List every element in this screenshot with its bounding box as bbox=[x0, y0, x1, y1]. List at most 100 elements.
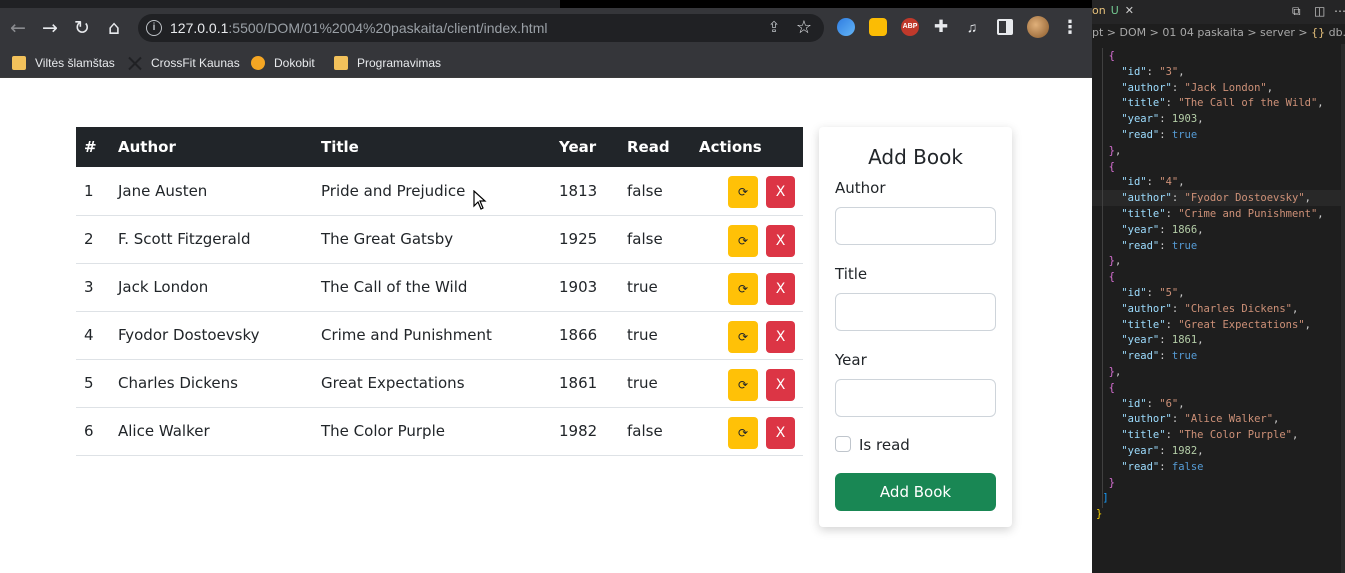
cell-read: true bbox=[627, 311, 699, 360]
cell-author: Jack London bbox=[118, 263, 321, 312]
code-line[interactable]: "id": "5", bbox=[1096, 285, 1184, 301]
bookmark-item[interactable]: Dokobit bbox=[251, 53, 315, 73]
breadcrumb-item[interactable]: pt bbox=[1092, 26, 1103, 39]
bookmark-label: Programavimas bbox=[357, 56, 442, 70]
code-line[interactable]: "title": "The Call of the Wild", bbox=[1096, 95, 1323, 111]
code-line[interactable]: "title": "Crime and Punishment", bbox=[1096, 206, 1323, 222]
add-book-button[interactable]: Add Book bbox=[835, 473, 996, 511]
home-icon[interactable]: ⌂ bbox=[102, 16, 126, 40]
code-line[interactable]: "title": "The Color Purple", bbox=[1096, 427, 1298, 443]
code-line[interactable]: } bbox=[1096, 475, 1115, 491]
code-line[interactable]: }, bbox=[1096, 143, 1122, 159]
url-path: :5500/DOM/01%2004%20paskaita/client/inde… bbox=[228, 20, 548, 36]
bookmark-item[interactable]: Programavimas bbox=[334, 53, 441, 73]
forward-arrow-icon[interactable]: → bbox=[38, 16, 62, 40]
delete-button[interactable]: X bbox=[766, 176, 795, 208]
code-area[interactable]: { "id": "3", "author": "Jack London", "t… bbox=[1092, 48, 1345, 573]
title-label: Title bbox=[835, 265, 868, 283]
page-content: # Author Title Year Read Actions 1 Jane … bbox=[0, 79, 1092, 573]
close-icon[interactable]: ✕ bbox=[1125, 4, 1134, 17]
year-input[interactable] bbox=[835, 379, 996, 417]
header-num: # bbox=[76, 127, 118, 167]
edit-button[interactable]: ⟳ bbox=[728, 176, 758, 208]
menu-kebab-icon[interactable]: ⋮ bbox=[1061, 16, 1079, 38]
code-line[interactable]: "author": "Alice Walker", bbox=[1096, 411, 1279, 427]
code-line[interactable]: "author": "Jack London", bbox=[1096, 80, 1273, 96]
bookmark-item[interactable]: Viltės šlamštas bbox=[12, 53, 115, 73]
code-line[interactable]: }, bbox=[1096, 253, 1122, 269]
cell-title: Pride and Prejudice bbox=[321, 167, 559, 216]
breadcrumb-item[interactable]: DOM bbox=[1120, 26, 1147, 39]
back-arrow-icon[interactable]: ← bbox=[6, 16, 30, 40]
code-line[interactable]: "year": 1982, bbox=[1096, 443, 1203, 459]
reload-icon[interactable]: ↻ bbox=[70, 16, 94, 40]
address-bar[interactable]: i 127.0.0.1:5500/DOM/01%2004%20paskaita/… bbox=[138, 14, 824, 42]
author-label: Author bbox=[835, 179, 886, 197]
scrollbar[interactable] bbox=[1341, 44, 1345, 573]
code-line[interactable]: } bbox=[1096, 506, 1102, 522]
code-line[interactable]: "title": "Great Expectations", bbox=[1096, 317, 1311, 333]
delete-button[interactable]: X bbox=[766, 368, 795, 401]
code-line[interactable]: }, bbox=[1096, 364, 1122, 380]
media-icon[interactable]: ♫ bbox=[963, 18, 981, 36]
code-line[interactable]: "author": "Charles Dickens", bbox=[1096, 301, 1298, 317]
edge-ext-icon[interactable] bbox=[837, 18, 855, 36]
code-line[interactable]: "read": false bbox=[1096, 459, 1203, 475]
code-line[interactable]: "id": "6", bbox=[1096, 396, 1184, 412]
delete-button[interactable]: X bbox=[766, 224, 795, 257]
cell-year: 1903 bbox=[559, 263, 627, 312]
more-actions-icon[interactable]: ⋯ bbox=[1334, 4, 1345, 18]
edit-button[interactable]: ⟳ bbox=[728, 320, 758, 353]
cell-year: 1925 bbox=[559, 215, 627, 264]
code-line[interactable]: { bbox=[1096, 269, 1115, 285]
cell-read: true bbox=[627, 263, 699, 312]
cell-actions: ⟳ X bbox=[699, 359, 803, 408]
bookmark-label: Viltės šlamštas bbox=[35, 56, 115, 70]
side-panel-icon[interactable] bbox=[997, 19, 1013, 35]
breadcrumb-item[interactable]: 01 04 paskaita bbox=[1162, 26, 1243, 39]
code-line[interactable]: "read": true bbox=[1096, 238, 1197, 254]
profile-avatar[interactable] bbox=[1027, 16, 1049, 38]
share-icon[interactable]: ⇪ bbox=[764, 18, 784, 38]
editor-tab-name: on bbox=[1092, 4, 1106, 17]
code-line[interactable]: { bbox=[1096, 380, 1115, 396]
is-read-checkbox[interactable] bbox=[835, 436, 851, 452]
breadcrumb-item[interactable]: server bbox=[1260, 26, 1295, 39]
code-line[interactable]: { bbox=[1096, 48, 1115, 64]
cell-actions: ⟳ X bbox=[699, 263, 803, 312]
url-text[interactable]: 127.0.0.1:5500/DOM/01%2004%20paskaita/cl… bbox=[170, 19, 547, 37]
code-line[interactable]: "id": "3", bbox=[1096, 64, 1184, 80]
edit-button[interactable]: ⟳ bbox=[728, 416, 758, 449]
delete-button[interactable]: X bbox=[766, 416, 795, 449]
breadcrumb-item[interactable]: db.json bbox=[1329, 26, 1345, 39]
edit-button[interactable]: ⟳ bbox=[728, 272, 758, 305]
code-line[interactable]: "read": true bbox=[1096, 127, 1197, 143]
code-line[interactable]: "id": "4", bbox=[1096, 174, 1184, 190]
edit-button[interactable]: ⟳ bbox=[728, 368, 758, 401]
keep-ext-icon[interactable] bbox=[869, 18, 887, 36]
bookmark-item[interactable]: CrossFit Kaunas bbox=[128, 53, 240, 73]
bookmark-star-icon[interactable]: ☆ bbox=[794, 17, 814, 37]
puzzle-icon[interactable]: ✚ bbox=[932, 18, 950, 36]
code-line[interactable]: "read": true bbox=[1096, 348, 1197, 364]
code-line[interactable]: "author": "Fyodor Dostoevsky", bbox=[1096, 190, 1311, 206]
split-editor-icon[interactable]: ◫ bbox=[1314, 4, 1325, 18]
browser-window: ← → ↻ ⌂ i 127.0.0.1:5500/DOM/01%2004%20p… bbox=[0, 0, 1095, 573]
cell-year: 1982 bbox=[559, 407, 627, 456]
code-line[interactable]: { bbox=[1096, 159, 1115, 175]
cell-year: 1813 bbox=[559, 167, 627, 216]
site-info-icon[interactable]: i bbox=[146, 20, 162, 36]
header-actions: Actions bbox=[699, 127, 803, 167]
code-line[interactable]: "year": 1903, bbox=[1096, 111, 1203, 127]
delete-button[interactable]: X bbox=[766, 272, 795, 305]
code-line[interactable]: "year": 1861, bbox=[1096, 332, 1203, 348]
adblock-icon[interactable]: ABP bbox=[901, 18, 919, 36]
compare-icon[interactable]: ⧉ bbox=[1292, 4, 1301, 19]
author-input[interactable] bbox=[835, 207, 996, 245]
code-line[interactable]: ] bbox=[1096, 490, 1108, 506]
edit-button[interactable]: ⟳ bbox=[728, 224, 758, 257]
editor-tab[interactable]: on U ✕ bbox=[1092, 4, 1134, 17]
delete-button[interactable]: X bbox=[766, 320, 795, 353]
code-line[interactable]: "year": 1866, bbox=[1096, 222, 1203, 238]
title-input[interactable] bbox=[835, 293, 996, 331]
